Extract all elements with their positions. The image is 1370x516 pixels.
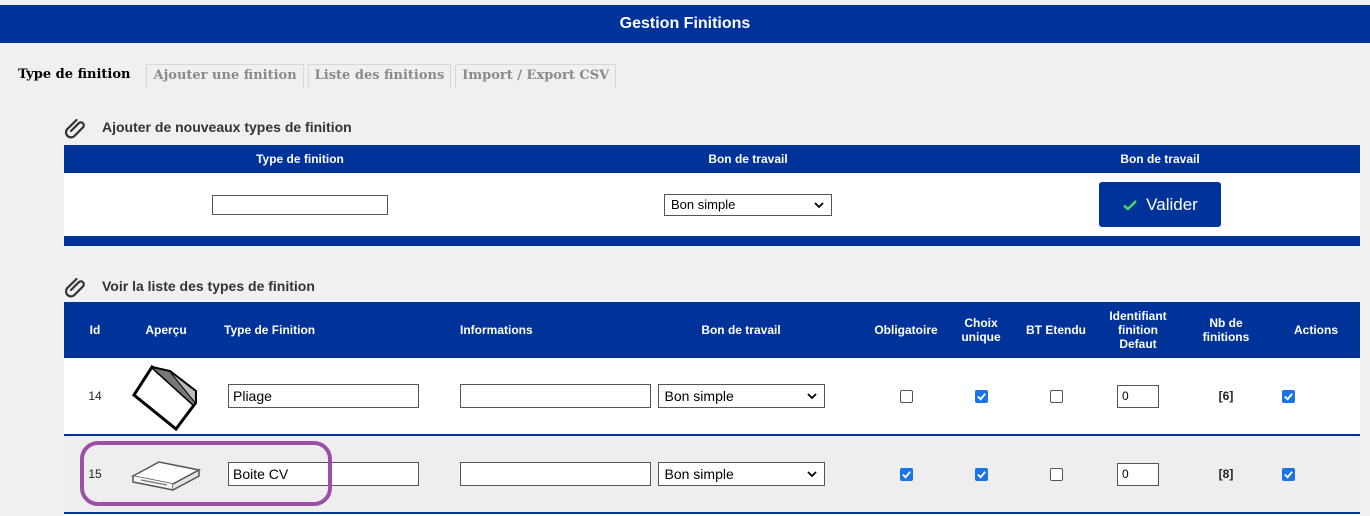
new-bon-select-value: Bon simple <box>671 197 736 212</box>
bon-travail-select[interactable]: Bon simple <box>657 462 825 486</box>
identifiant-input[interactable] <box>1117 462 1159 486</box>
col-type-de-finition: Type de finition <box>256 152 344 166</box>
nb-finitions-value: [6] <box>1218 389 1234 403</box>
col-actions: Actions <box>1293 323 1338 337</box>
paperclip-icon <box>64 277 85 298</box>
tab-ajouter-une-finition[interactable]: Ajouter une finition <box>146 64 304 88</box>
add-type-table: Type de finition Bon de travail Bon de t… <box>64 145 1360 246</box>
tab-bar: Type de finition Ajouter une finition Li… <box>0 64 620 88</box>
add-section-heading: Ajouter de nouveaux types de finition <box>64 115 352 139</box>
add-table-header: Type de finition Bon de travail Bon de t… <box>64 145 1360 173</box>
list-section-heading: Voir la liste des types de finition <box>64 274 315 298</box>
check-icon <box>1284 392 1293 401</box>
check-icon <box>901 470 911 479</box>
paperclip-icon <box>64 118 85 139</box>
list-table-header: Id Aperçu Type de Finition Informations … <box>64 302 1360 358</box>
actions-checkbox[interactable] <box>1282 467 1295 481</box>
col-bt-etendu: BT Etendu <box>1026 323 1086 337</box>
add-section-title: Ajouter de nouveaux types de finition <box>102 119 352 135</box>
types-list-table: Id Aperçu Type de Finition Informations … <box>64 302 1360 516</box>
bt-etendu-checkbox[interactable] <box>1049 389 1063 403</box>
valider-button[interactable]: Valider <box>1099 182 1221 227</box>
row-separator <box>64 512 1360 514</box>
col-bon-de-travail-2: Bon de travail <box>1120 152 1200 166</box>
nb-finitions-value: [8] <box>1218 467 1234 481</box>
check-icon <box>976 470 986 479</box>
bt-etendu-checkbox[interactable] <box>1049 467 1063 481</box>
list-section-title: Voir la liste des types de finition <box>102 278 315 294</box>
col-bon-de-travail: Bon de travail <box>701 323 781 337</box>
col-id: Id <box>89 323 101 337</box>
chevron-down-icon <box>806 471 817 478</box>
check-icon <box>976 392 986 401</box>
new-type-input[interactable] <box>212 194 388 215</box>
add-table-footer-bar <box>64 236 1360 246</box>
new-bon-select[interactable]: Bon simple <box>664 193 832 216</box>
table-row: 15 Bon simple [8] <box>64 436 1360 512</box>
obligatoire-checkbox[interactable] <box>899 389 913 403</box>
folded-sheet-icon <box>132 364 198 431</box>
tab-type-de-finition[interactable]: Type de finition <box>0 64 143 88</box>
type-name-input[interactable] <box>228 462 419 486</box>
col-nb-finitions: Nb de finitions <box>1202 316 1250 344</box>
chevron-down-icon <box>814 201 824 208</box>
bon-travail-value: Bon simple <box>664 466 734 482</box>
obligatoire-checkbox[interactable] <box>899 467 913 481</box>
bon-travail-select[interactable]: Bon simple <box>657 384 825 408</box>
page-title: Gestion Finitions <box>619 15 751 32</box>
table-row: 14 Bon simple [6] <box>64 358 1360 434</box>
col-choix-unique: Choix unique <box>961 316 1001 344</box>
tab-import-export-csv[interactable]: Import / Export CSV <box>455 64 617 88</box>
col-apercu: Aperçu <box>145 323 187 337</box>
row-id: 14 <box>88 389 102 403</box>
choix-unique-checkbox[interactable] <box>974 389 988 403</box>
row-id: 15 <box>88 467 102 481</box>
actions-checkbox[interactable] <box>1282 389 1295 403</box>
col-bon-de-travail: Bon de travail <box>708 152 788 166</box>
identifiant-input[interactable] <box>1117 384 1159 408</box>
valider-label: Valider <box>1146 194 1198 214</box>
col-type-de-finition: Type de Finition <box>224 323 316 337</box>
col-informations: Informations <box>460 323 533 337</box>
choix-unique-checkbox[interactable] <box>974 467 988 481</box>
checkmark-icon <box>1123 199 1138 211</box>
type-name-input[interactable] <box>228 384 419 408</box>
col-obligatoire: Obligatoire <box>874 323 938 337</box>
check-icon <box>1284 470 1293 479</box>
box-icon <box>130 461 202 491</box>
add-table-row: Bon simple Valider <box>64 173 1360 236</box>
tab-liste-des-finitions[interactable]: Liste des finitions <box>307 64 452 88</box>
chevron-down-icon <box>806 393 817 400</box>
col-identifiant: Identifiant finition Defaut <box>1109 309 1167 351</box>
page-header: Gestion Finitions <box>0 5 1370 43</box>
bon-travail-value: Bon simple <box>664 388 734 404</box>
